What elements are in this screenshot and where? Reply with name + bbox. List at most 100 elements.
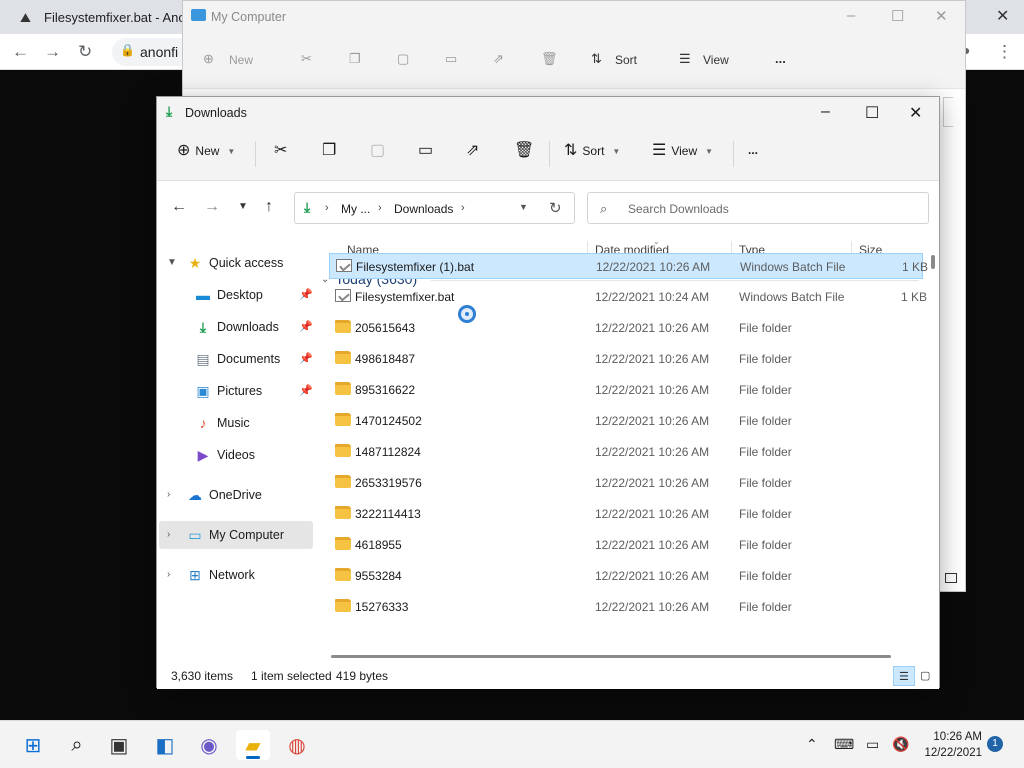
breadcrumb-chevron-icon[interactable]: › (378, 202, 382, 214)
search-box[interactable]: ⌕ Search Downloads (587, 192, 929, 224)
sidebar-item-label: Downloads (217, 320, 279, 334)
file-row[interactable]: 498618487 12/22/2021 10:26 AM File folder (329, 346, 923, 372)
address-bar[interactable]: ⤓ › My ... › Downloads › ▼ (294, 192, 575, 224)
maximize-button[interactable]: ☐ (865, 103, 879, 123)
file-row[interactable]: 9553284 12/22/2021 10:26 AM File folder (329, 563, 923, 589)
view-button[interactable]: ☰ View ▼ (652, 143, 713, 159)
chrome-button[interactable]: ◍ (280, 730, 314, 760)
tiles-view-button[interactable]: ▢ (915, 666, 937, 686)
sort-button[interactable]: ⇅ Sort ▼ (564, 143, 620, 159)
chevron-down-icon[interactable]: ▼ (167, 257, 177, 268)
notification-badge[interactable]: 1 (987, 736, 1003, 752)
browser-menu-icon[interactable]: ⋮ (996, 42, 1013, 62)
forward-arrow-icon[interactable]: → (44, 42, 61, 62)
bg-view-label[interactable]: View (703, 53, 729, 67)
cut-button[interactable]: ✂ (274, 143, 287, 159)
horizontal-scrollbar-thumb[interactable] (331, 655, 891, 658)
search-button[interactable]: ⌕ (60, 730, 94, 760)
bg-paste-icon[interactable]: ▢ (397, 51, 409, 67)
paste-button[interactable]: ▢ (370, 143, 385, 159)
file-row[interactable]: 15276333 12/22/2021 10:26 AM File folder (329, 594, 923, 620)
details-view-button[interactable]: ☰ (893, 666, 915, 686)
start-button[interactable]: ⊞ (16, 730, 50, 760)
address-dropdown-icon[interactable]: ▼ (519, 202, 528, 212)
recent-locations-chevron-icon[interactable]: ▼ (238, 201, 248, 212)
back-arrow-icon[interactable]: ← (171, 198, 187, 216)
bg-close-button[interactable]: ✕ (935, 7, 948, 25)
sidebar-item-quick-access[interactable]: ▼ ★ Quick access (159, 249, 313, 277)
bg-new-icon[interactable]: ⊕ (203, 51, 214, 67)
rename-button[interactable]: ▭ (418, 143, 433, 159)
reload-icon[interactable]: ↻ (78, 42, 92, 62)
view-label: View (671, 144, 698, 158)
file-name-cell: 3222114413 (355, 507, 421, 521)
file-row[interactable]: 895316622 12/22/2021 10:26 AM File folder (329, 377, 923, 403)
sidebar-item-pictures[interactable]: ▣ Pictures 📌 (159, 377, 313, 405)
task-view-button[interactable]: ▣ (102, 730, 136, 760)
more-options-button[interactable]: ... (748, 143, 758, 157)
chevron-right-icon[interactable]: › (167, 569, 170, 580)
sidebar-item-documents[interactable]: ▤ Documents 📌 (159, 345, 313, 373)
file-type-cell: File folder (739, 445, 792, 459)
bg-more-icon[interactable]: ... (775, 51, 786, 66)
back-arrow-icon[interactable]: ← (12, 42, 29, 62)
file-row[interactable]: 205615643 12/22/2021 10:26 AM File folder (329, 315, 923, 341)
bg-minimize-button[interactable]: – (847, 7, 855, 24)
chevron-right-icon[interactable]: › (167, 529, 170, 540)
system-clock[interactable]: 10:26 AM 12/22/2021 (920, 729, 982, 761)
sidebar-item-videos[interactable]: ▶ Videos (159, 441, 313, 469)
browser-tab-title[interactable]: Filesystemfixer.bat - Anon (44, 10, 193, 25)
widgets-button[interactable]: ◧ (148, 730, 182, 760)
lock-icon: 🔒 (120, 43, 135, 57)
bg-rename-icon[interactable]: ▭ (445, 51, 457, 67)
close-button[interactable]: ✕ (909, 103, 922, 123)
sidebar-item-my-computer[interactable]: › ▭ My Computer (159, 521, 313, 549)
file-row[interactable]: Filesystemfixer.bat 12/22/2021 10:24 AM Wi… (329, 284, 927, 310)
sidebar-item-desktop[interactable]: ▬ Desktop 📌 (159, 281, 313, 309)
file-row[interactable]: Filesystemfixer (1).bat 12/22/2021 10:26 … (329, 253, 928, 279)
vertical-scrollbar-thumb[interactable] (931, 255, 935, 269)
bg-tiles-view-icon[interactable] (945, 573, 957, 583)
bg-new-label[interactable]: New (229, 53, 253, 67)
delete-button[interactable]: 🗑 (514, 143, 534, 159)
up-arrow-icon[interactable]: ↑ (265, 198, 273, 216)
browser-address-text[interactable]: anonfi (140, 44, 178, 60)
sidebar-item-downloads[interactable]: ⤓ Downloads 📌 (159, 313, 313, 341)
breadcrumb-chevron-icon[interactable]: › (325, 202, 329, 214)
bg-cut-icon[interactable]: ✂ (301, 51, 312, 67)
minimize-button[interactable]: – (821, 103, 830, 121)
chat-button[interactable]: ◉ (192, 730, 226, 760)
chevron-right-icon[interactable]: › (167, 489, 170, 500)
bg-sort-label[interactable]: Sort (615, 53, 637, 67)
browser-close-icon[interactable]: ✕ (996, 6, 1009, 26)
display-icon[interactable]: ▭ (866, 736, 879, 753)
bg-maximize-button[interactable]: ☐ (891, 7, 904, 25)
file-explorer-button[interactable]: ▰ (236, 730, 270, 760)
sidebar-item-music[interactable]: ♪ Music (159, 409, 313, 437)
folder-icon (335, 568, 351, 581)
keyboard-icon[interactable]: ⌨ (834, 736, 854, 753)
file-date-cell: 12/22/2021 10:26 AM (595, 538, 710, 552)
file-row[interactable]: 4618955 12/22/2021 10:26 AM File folder (329, 532, 923, 558)
file-row[interactable]: 2653319576 12/22/2021 10:26 AM File folder (329, 470, 923, 496)
breadcrumb-downloads[interactable]: Downloads (394, 202, 453, 216)
copy-button[interactable]: ❐ (322, 143, 336, 159)
volume-muted-icon[interactable]: 🔇 (892, 736, 909, 753)
share-button[interactable]: ⇗ (466, 143, 479, 159)
bg-sort-icon[interactable]: ⇅ (591, 51, 602, 67)
bg-copy-icon[interactable]: ❐ (349, 51, 361, 67)
tray-overflow-icon[interactable]: ⌃ (806, 736, 818, 753)
new-button[interactable]: ⊕ New ▼ (177, 143, 235, 159)
sidebar-item-onedrive[interactable]: › ☁ OneDrive (159, 481, 313, 509)
bg-share-icon[interactable]: ⇗ (493, 51, 504, 67)
breadcrumb-chevron-icon[interactable]: › (461, 202, 465, 214)
file-row[interactable]: 1470124502 12/22/2021 10:26 AM File folder (329, 408, 923, 434)
file-row[interactable]: 1487112824 12/22/2021 10:26 AM File folder (329, 439, 923, 465)
bg-delete-icon[interactable]: 🗑 (541, 51, 558, 67)
forward-arrow-icon[interactable]: → (204, 198, 220, 216)
sidebar-item-network[interactable]: › ⊞ Network (159, 561, 313, 589)
bg-view-icon[interactable]: ☰ (679, 51, 691, 67)
refresh-icon[interactable]: ↻ (549, 199, 562, 217)
breadcrumb-my-computer[interactable]: My ... (341, 202, 370, 216)
file-row[interactable]: 3222114413 12/22/2021 10:26 AM File folder (329, 501, 923, 527)
